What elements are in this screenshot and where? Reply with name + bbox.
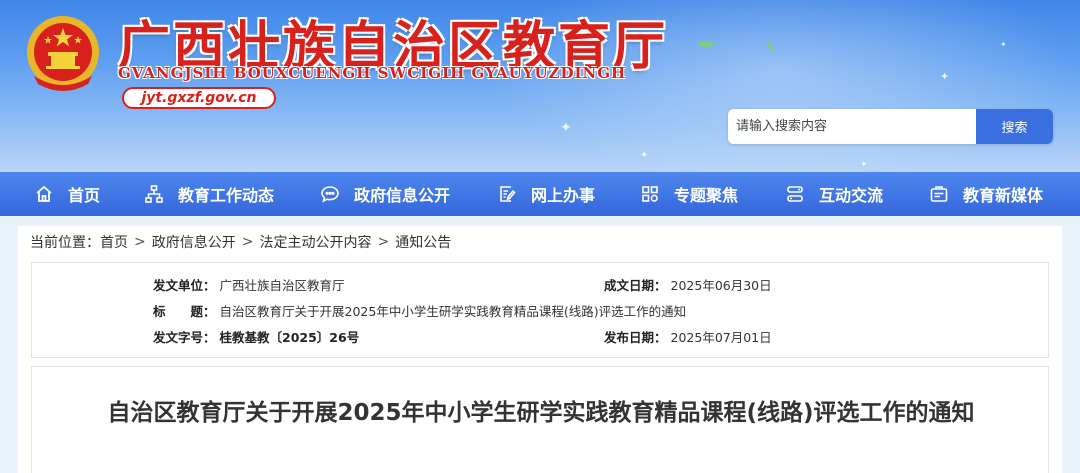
nav-item-education-news[interactable]: 教育工作动态 [144, 172, 274, 216]
meta-issuer-value: 广西壮族自治区教育厅 [219, 278, 345, 293]
breadcrumb-separator: > [241, 234, 254, 250]
site-header: ✦ ✦ ✦ ✦ ✦ 广西壮族自治区教育厅 GVANGJSIH BOUXCUENG… [0, 0, 1080, 172]
meta-title-label: 标 题： [153, 304, 216, 319]
edit-doc-icon [500, 186, 516, 202]
chat-icon [321, 186, 339, 203]
sparkle-icon: ✦ [560, 120, 572, 136]
breadcrumb-link-gov-info[interactable]: 政府信息公开 [152, 232, 236, 252]
sparkle-icon: ✦ [1000, 40, 1007, 49]
site-subtitle: GVANGJSIH BOUXCUENGH SWCIGIH GYAUYUZDING… [118, 64, 627, 82]
home-icon [36, 185, 52, 202]
meta-publish-value: 2025年07月01日 [670, 330, 772, 345]
breadcrumb-link-home[interactable]: 首页 [100, 232, 128, 252]
meta-date: 成文日期： 2025年06月30日 [604, 275, 772, 294]
nav-item-label: 教育新媒体 [963, 186, 1044, 205]
search-box: 搜索 [728, 109, 1053, 144]
document-meta: 发文单位： 广西壮族自治区教育厅 成文日期： 2025年06月30日 标 题： … [31, 262, 1049, 358]
nav-item-label: 政府信息公开 [354, 186, 451, 205]
exchange-icon [787, 186, 803, 202]
breadcrumb-prefix: 当前位置： [30, 235, 100, 251]
grid-icon [642, 186, 658, 202]
meta-title: 标 题： 自治区教育厅关于开展2025年中小学生研学实践教育精品课程(线路)评选… [153, 301, 686, 320]
meta-docno-value: 桂教基教〔2025〕26号 [219, 330, 360, 345]
sparkle-icon: ✦ [640, 150, 649, 161]
meta-publish: 发布日期： 2025年07月01日 [604, 327, 772, 346]
media-icon [930, 186, 948, 202]
sparkle-icon: ✦ [940, 70, 950, 83]
search-button[interactable]: 搜索 [976, 109, 1053, 144]
meta-title-value: 自治区教育厅关于开展2025年中小学生研学实践教育精品课程(线路)评选工作的通知 [219, 304, 687, 319]
breadcrumb-separator: > [377, 234, 390, 250]
meta-publish-label: 发布日期： [604, 330, 667, 345]
meta-date-label: 成文日期： [604, 278, 667, 293]
meta-issuer-label: 发文单位： [153, 278, 216, 293]
nav-item-label: 互动交流 [819, 186, 884, 205]
nav-item-home[interactable]: 首页 [34, 172, 100, 216]
breadcrumb-link-notices[interactable]: 通知公告 [395, 232, 451, 252]
breadcrumb-separator: > [134, 234, 146, 250]
meta-date-value: 2025年06月30日 [670, 278, 772, 293]
meta-issuer: 发文单位： 广西壮族自治区教育厅 [153, 275, 345, 294]
article-title: 自治区教育厅关于开展2025年中小学生研学实践教育精品课程(线路)评选工作的通知 [107, 400, 975, 426]
nav-item-new-media[interactable]: 教育新媒体 [929, 172, 1043, 216]
nav-item-interaction[interactable]: 互动交流 [785, 172, 883, 216]
site-domain-badge[interactable]: jyt.gxzf.gov.cn [122, 87, 276, 109]
nav-item-topics[interactable]: 专题聚焦 [640, 172, 738, 216]
nav-item-online-service[interactable]: 网上办事 [497, 172, 595, 216]
breadcrumb: 当前位置： 首页 > 政府信息公开 > 法定主动公开内容 > 通知公告 [30, 232, 451, 252]
meta-docno: 发文字号： 桂教基教〔2025〕26号 [153, 327, 359, 346]
nav-item-label: 专题聚焦 [674, 186, 739, 205]
sparkle-icon: ✦ [860, 160, 868, 170]
nav-item-label: 教育工作动态 [178, 186, 275, 205]
sitemap-icon [145, 185, 163, 203]
nav-item-label: 首页 [68, 186, 101, 205]
main-nav: 首页 教育工作动态 政府信息公开 网上办事 专题聚焦 互动交流 教育新媒体 [0, 172, 1080, 216]
nav-item-gov-info[interactable]: 政府信息公开 [320, 172, 450, 216]
meta-docno-label: 发文字号： [153, 330, 216, 345]
search-input[interactable] [728, 109, 976, 144]
breadcrumb-link-statutory[interactable]: 法定主动公开内容 [259, 232, 371, 252]
article-body: 自治区教育厅关于开展2025年中小学生研学实践教育精品课程(线路)评选工作的通知 [31, 366, 1049, 473]
national-emblem-icon [27, 16, 99, 91]
nav-item-label: 网上办事 [531, 186, 596, 205]
content-panel: 当前位置： 首页 > 政府信息公开 > 法定主动公开内容 > 通知公告 发文单位… [18, 226, 1062, 473]
